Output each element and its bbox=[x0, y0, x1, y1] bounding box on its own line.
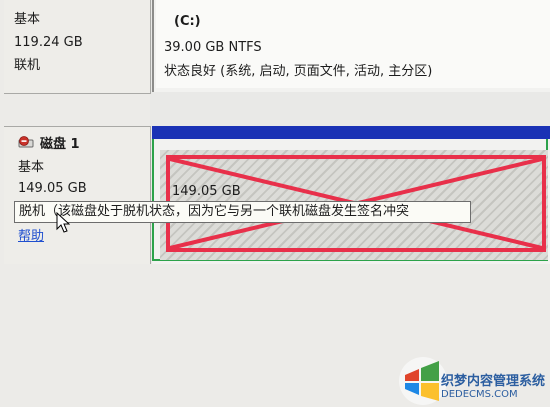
mouse-pointer-icon bbox=[56, 211, 71, 238]
watermark-title: 织梦内容管理系统 bbox=[441, 374, 546, 389]
help-link-label[interactable]: 帮助 bbox=[18, 229, 44, 244]
disk1-name: 磁盘 1 bbox=[40, 137, 80, 152]
partition-c-status: 状态良好 (系统, 启动, 页面文件, 活动, 主分区) bbox=[164, 64, 433, 79]
partition-c-size: 39.00 GB NTFS bbox=[164, 40, 262, 55]
disk1-type: 基本 bbox=[18, 160, 45, 175]
partition-c-label: (C:) bbox=[174, 14, 201, 29]
disk0-type: 基本 bbox=[14, 12, 41, 27]
offline-tooltip: 脱机（该磁盘处于脱机状态，因为它与另一个联机磁盘发生签名冲突 bbox=[14, 201, 471, 223]
disk0-size: 119.24 GB bbox=[14, 35, 83, 50]
help-link[interactable]: 帮助 bbox=[18, 225, 44, 244]
offline-tooltip-text: 脱机（该磁盘处于脱机状态，因为它与另一个联机磁盘发生签名冲突 bbox=[19, 204, 410, 219]
watermark-url: DEDECMS.COM bbox=[441, 389, 518, 400]
offline-disk-icon bbox=[18, 135, 38, 154]
unallocated-color-bar bbox=[152, 126, 550, 139]
disk0-status: 联机 bbox=[14, 58, 41, 73]
disk1-size: 149.05 GB bbox=[18, 181, 87, 196]
